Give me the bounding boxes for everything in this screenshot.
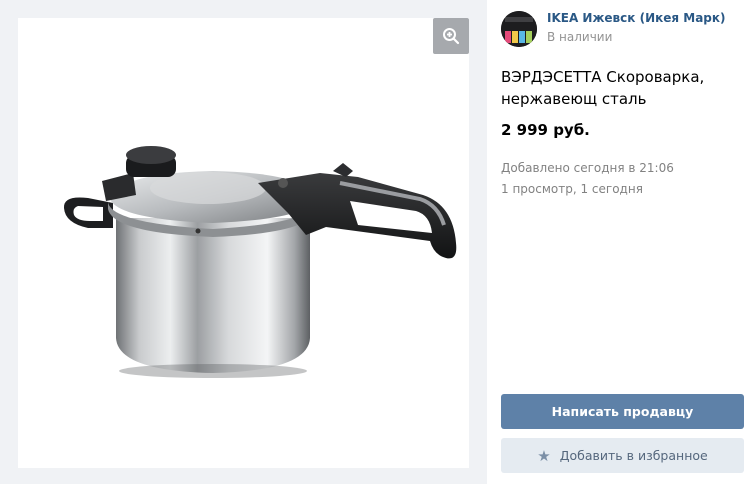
seller-name-link[interactable]: IKEA Ижевск (Икея Марк) [547, 11, 726, 25]
zoom-button[interactable] [433, 18, 469, 54]
write-seller-button[interactable]: Написать продавцу [501, 394, 744, 429]
seller-logo-icon [501, 11, 537, 47]
product-photo[interactable] [18, 18, 469, 468]
product-info-panel: IKEA Ижевск (Икея Марк) В наличии ВЭРДЭС… [487, 0, 754, 484]
pressure-cooker-image [63, 146, 457, 378]
seller-avatar[interactable] [501, 11, 537, 47]
star-icon: ★ [537, 446, 551, 465]
view-count: 1 просмотр, 1 сегодня [501, 182, 643, 196]
write-seller-label: Написать продавцу [551, 404, 694, 419]
zoom-in-icon [443, 28, 460, 45]
product-title: ВЭРДЭСЕТТА Скороварка, нержавеющ сталь [501, 68, 705, 108]
availability-status: В наличии [547, 30, 613, 44]
product-gallery [0, 0, 487, 484]
add-favorite-label: Добавить в избранное [559, 448, 708, 463]
add-favorite-button[interactable]: ★ Добавить в избранное [501, 438, 744, 473]
added-date: Добавлено сегодня в 21:06 [501, 161, 674, 175]
product-price: 2 999 руб. [501, 121, 590, 139]
